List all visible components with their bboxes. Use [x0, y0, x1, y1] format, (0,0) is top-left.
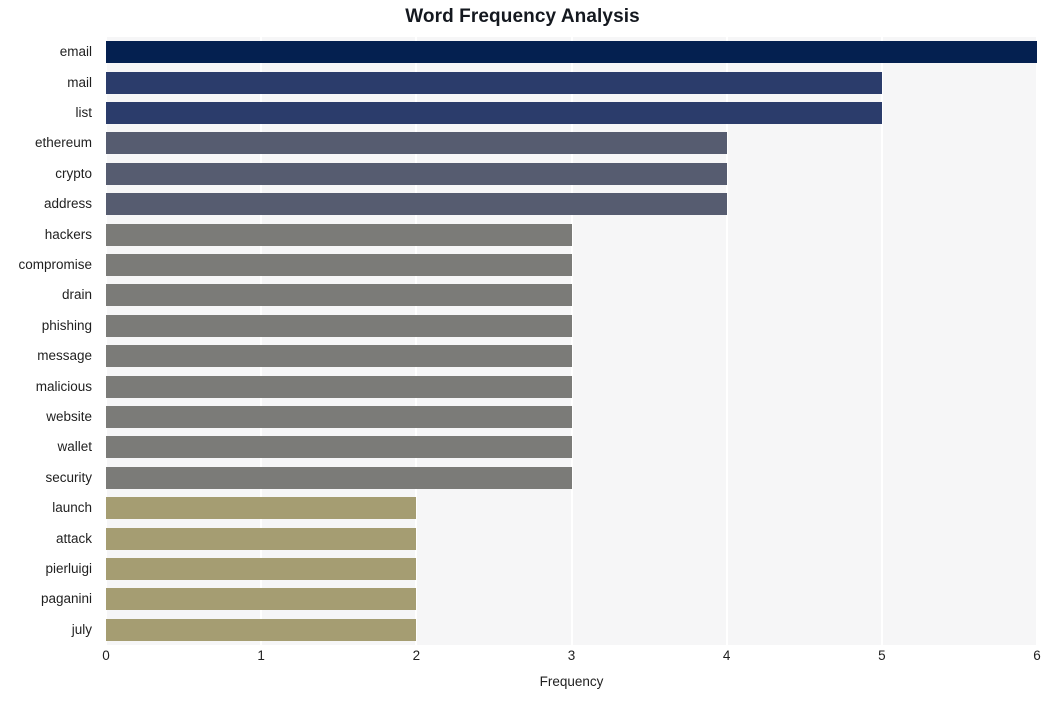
x-tick-label-0: 0 [102, 648, 110, 663]
x-tick-label-4: 4 [722, 648, 731, 663]
bar-attack[interactable] [106, 527, 417, 550]
y-tick-label-wallet: wallet [57, 439, 92, 455]
bar-row[interactable] [106, 618, 1037, 641]
bars-layer [106, 37, 1037, 645]
bar-row[interactable] [106, 436, 1037, 459]
bar-compromise[interactable] [106, 254, 572, 276]
y-tick-label-compromise: compromise [18, 257, 92, 272]
bar-paganini[interactable] [106, 588, 417, 611]
y-tick-label-message: message [37, 348, 92, 364]
bar-row[interactable] [106, 132, 1037, 155]
bar-row[interactable] [106, 102, 1037, 124]
chart-figure: Word Frequency Analysis email mail list eth… [0, 0, 1045, 701]
bar-row[interactable] [106, 254, 1037, 276]
bar-hackers[interactable] [106, 223, 572, 246]
y-tick-label-list: list [75, 105, 93, 120]
bar-pierluigi[interactable] [106, 558, 417, 580]
bar-row[interactable] [106, 588, 1037, 611]
bar-phishing[interactable] [106, 314, 572, 337]
bar-row[interactable] [106, 162, 1037, 185]
bar-july[interactable] [106, 618, 417, 641]
bar-malicious[interactable] [106, 375, 572, 398]
y-tick-label-launch: launch [52, 500, 92, 516]
bar-row[interactable] [106, 558, 1037, 580]
y-tick-label-mail: mail [67, 74, 92, 90]
y-tick-label-phishing: phishing [41, 317, 92, 333]
bar-row[interactable] [106, 527, 1037, 550]
x-axis-label: Frequency [539, 674, 604, 689]
bar-crypto[interactable] [106, 162, 727, 185]
bar-launch[interactable] [106, 497, 417, 520]
bar-wallet[interactable] [106, 436, 572, 459]
x-tick-label-1: 1 [257, 648, 265, 663]
bar-row[interactable] [106, 314, 1037, 337]
bar-row[interactable] [106, 71, 1037, 94]
bar-email[interactable] [106, 41, 1037, 64]
y-tick-label-drain: drain [61, 287, 92, 303]
y-axis-tick-labels: email mail list ethereum crypto address hacker… [0, 37, 100, 645]
y-tick-label-attack: attack [55, 530, 92, 546]
y-tick-label-email: email [59, 44, 92, 60]
x-tick-label-3: 3 [567, 648, 576, 663]
bar-row[interactable] [106, 406, 1037, 428]
bar-website[interactable] [106, 406, 572, 428]
x-tick-label-6: 6 [1033, 648, 1041, 663]
y-tick-label-hackers: hackers [44, 226, 92, 242]
bar-row[interactable] [106, 375, 1037, 398]
plot-area [106, 37, 1037, 645]
bar-row[interactable] [106, 466, 1037, 489]
bar-row[interactable] [106, 497, 1037, 520]
bar-message[interactable] [106, 345, 572, 368]
bar-list[interactable] [106, 102, 882, 124]
bar-address[interactable] [106, 193, 727, 216]
y-tick-label-paganini: paganini [40, 591, 92, 607]
x-tick-label-2: 2 [412, 648, 421, 663]
chart-title: Word Frequency Analysis [405, 6, 640, 27]
bar-row[interactable] [106, 193, 1037, 216]
bar-row[interactable] [106, 345, 1037, 368]
y-tick-label-address: address [43, 196, 92, 212]
bar-row[interactable] [106, 41, 1037, 64]
bar-row[interactable] [106, 223, 1037, 246]
y-tick-label-ethereum: ethereum [34, 135, 92, 151]
y-tick-label-pierluigi: pierluigi [45, 561, 92, 576]
y-tick-label-july: july [71, 621, 92, 637]
bar-drain[interactable] [106, 284, 572, 307]
bar-row[interactable] [106, 284, 1037, 307]
y-tick-label-crypto: crypto [55, 165, 92, 181]
bar-mail[interactable] [106, 71, 882, 94]
y-tick-label-security: security [45, 469, 92, 485]
x-axis-tick-labels: 0 1 2 3 4 5 6 [102, 648, 1041, 670]
bar-security[interactable] [106, 466, 572, 489]
x-tick-label-5: 5 [878, 648, 886, 663]
y-tick-label-malicious: malicious [35, 378, 92, 394]
bar-ethereum[interactable] [106, 132, 727, 155]
y-tick-label-website: website [46, 409, 92, 424]
